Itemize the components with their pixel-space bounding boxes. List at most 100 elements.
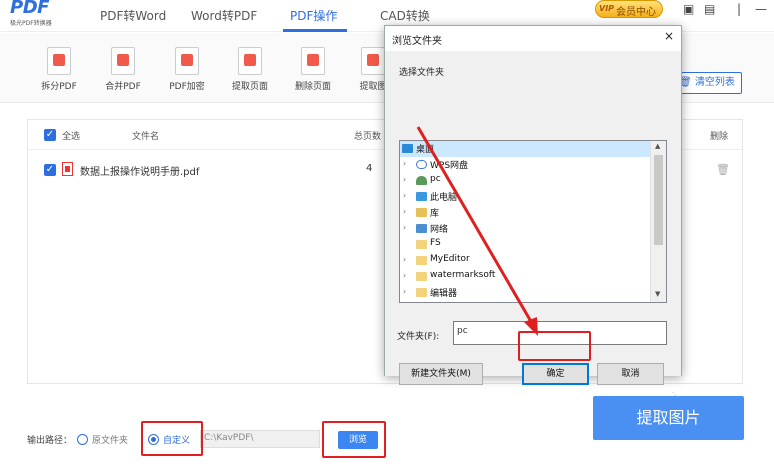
tree-item-network[interactable]: › 网络 <box>400 221 652 237</box>
tree-item-this-pc[interactable]: › 此电脑 <box>400 189 652 205</box>
scroll-down-icon[interactable]: ▼ <box>655 290 660 298</box>
extract-images-button[interactable]: 提取图片 <box>593 396 744 440</box>
vip-center-button[interactable]: VIP 会员中心 <box>595 0 663 18</box>
scroll-thumb[interactable] <box>654 155 663 245</box>
pdf-file-icon <box>62 162 73 176</box>
extract-images-icon <box>361 47 385 75</box>
folder-icon <box>416 272 427 281</box>
tree-item-label: 桌面 <box>416 145 435 155</box>
tree-item-editor[interactable]: › 编辑器 <box>400 285 652 301</box>
chevron-right-icon[interactable]: › <box>403 223 406 232</box>
tree-item-label: MyEditor <box>430 254 470 264</box>
tree-item-label: 库 <box>430 209 440 219</box>
tree-item-desktop[interactable]: 桌面 <box>400 141 652 157</box>
tree-item-partial[interactable]: › 阳比 <box>400 301 652 303</box>
tree-item-watermarksoft[interactable]: › watermarksoft <box>400 269 652 285</box>
column-total-pages: 总页数 <box>354 132 382 142</box>
folder-icon <box>416 240 427 249</box>
column-delete: 删除 <box>710 132 729 142</box>
new-folder-button[interactable]: 新建文件夹(M) <box>399 363 483 385</box>
tree-item-wps-cloud[interactable]: › WPS网盘 <box>400 157 652 173</box>
nav-pdf-to-word[interactable]: PDF转Word <box>100 7 166 24</box>
separator-bar: | <box>737 2 742 16</box>
output-path-input[interactable]: C:\KavPDF\ <box>200 430 320 448</box>
clear-list-label: 清空列表 <box>694 77 735 88</box>
clear-list-button[interactable]: 🗑 清空列表 <box>672 72 742 94</box>
delete-row-icon[interactable]: 🗑 <box>716 163 730 176</box>
lock-pdf-icon <box>175 47 199 75</box>
menu-icon[interactable]: ▤ <box>704 2 715 16</box>
dialog-subtitle: 选择文件夹 <box>399 68 445 78</box>
tool-label: 提取页面 <box>231 82 268 92</box>
tool-label: PDF加密 <box>169 82 205 92</box>
monitor-icon[interactable]: ▣ <box>683 2 694 16</box>
tree-item-fs[interactable]: FS <box>400 237 652 253</box>
tree-item-label: WPS网盘 <box>430 161 469 171</box>
chevron-right-icon[interactable]: › <box>403 287 406 296</box>
app-logo: PDF 极光PDF转换器 <box>8 0 68 30</box>
resize-grip-icon[interactable]: ⋱ <box>672 391 679 399</box>
radio-source-folder[interactable] <box>77 434 88 445</box>
tool-encrypt-pdf[interactable]: PDF加密 <box>157 47 217 92</box>
highlight-browse-button <box>322 421 386 458</box>
tree-item-library[interactable]: › 库 <box>400 205 652 221</box>
row-checkbox[interactable]: ✓ <box>44 164 56 176</box>
folder-icon <box>416 256 427 265</box>
select-all-label: 全选 <box>62 132 81 142</box>
ok-button[interactable]: 确定 <box>522 363 589 385</box>
column-file-name: 文件名 <box>132 132 160 142</box>
tree-item-label: FS <box>430 238 441 248</box>
nav-cad-convert[interactable]: CAD转换 <box>380 7 430 24</box>
tool-delete-pages[interactable]: 删除页面 <box>283 47 343 92</box>
computer-icon <box>416 192 427 201</box>
tree-item-label: 阳比 <box>430 302 448 303</box>
vip-center-label: 会员中心 <box>616 7 656 18</box>
logo-subtext: 极光PDF转换器 <box>10 20 52 27</box>
delete-pages-icon <box>301 47 325 75</box>
chevron-right-icon[interactable]: › <box>403 255 406 264</box>
network-icon <box>416 224 427 233</box>
tool-split-pdf[interactable]: 拆分PDF <box>29 47 89 92</box>
logo-text: PDF <box>10 0 49 18</box>
minimize-icon[interactable]: — <box>755 2 767 16</box>
tree-item-label: 网络 <box>430 225 449 235</box>
library-icon <box>416 208 427 217</box>
tree-scrollbar[interactable]: ▲ ▼ <box>650 141 666 302</box>
dialog-body: 选择文件夹 桌面 › WPS网盘 › pc › 此电脑 › 库 › 网络 FS … <box>385 51 681 399</box>
chevron-right-icon[interactable]: › <box>403 159 406 168</box>
desktop-icon <box>402 144 413 153</box>
tree-item-pc[interactable]: › pc <box>400 173 652 189</box>
vip-badge: VIP <box>599 4 615 13</box>
chevron-right-icon[interactable]: › <box>403 191 406 200</box>
nav-pdf-operations[interactable]: PDF操作 <box>290 7 337 24</box>
folder-icon <box>416 288 427 297</box>
tool-label: 删除页面 <box>294 82 331 92</box>
tool-extract-pages[interactable]: 提取页面 <box>220 47 280 92</box>
browse-folder-dialog: 浏览文件夹 × 选择文件夹 桌面 › WPS网盘 › pc › 此电脑 › 库 … <box>384 25 682 399</box>
close-icon[interactable]: × <box>664 29 674 43</box>
cancel-button[interactable]: 取消 <box>597 363 664 385</box>
folder-field-label: 文件夹(F): <box>397 332 440 342</box>
scroll-up-icon[interactable]: ▲ <box>655 142 660 150</box>
tool-merge-pdf[interactable]: 合并PDF <box>93 47 153 92</box>
active-tab-indicator <box>283 29 347 32</box>
page-count: 4 <box>366 163 373 174</box>
chevron-right-icon[interactable]: › <box>403 271 406 280</box>
highlight-custom-option <box>141 421 203 456</box>
extract-pages-icon <box>238 47 262 75</box>
folder-tree: 桌面 › WPS网盘 › pc › 此电脑 › 库 › 网络 FS › MyEd… <box>399 140 667 303</box>
chevron-right-icon[interactable]: › <box>403 175 406 184</box>
dialog-title: 浏览文件夹 <box>392 36 442 47</box>
tool-label: 合并PDF <box>105 82 141 92</box>
tree-item-label: pc <box>430 174 441 184</box>
source-folder-label: 原文件夹 <box>92 436 129 446</box>
tree-item-myeditor[interactable]: › MyEditor <box>400 253 652 269</box>
select-all-checkbox[interactable]: ✓ <box>44 129 56 141</box>
tree-item-label: 此电脑 <box>430 193 458 203</box>
chevron-right-icon[interactable]: › <box>403 207 406 216</box>
cloud-icon <box>416 160 427 169</box>
tree-item-label: watermarksoft <box>430 270 496 280</box>
highlight-ok-button <box>518 331 591 361</box>
nav-word-to-pdf[interactable]: Word转PDF <box>191 7 257 24</box>
tree-item-label: 编辑器 <box>430 289 458 299</box>
